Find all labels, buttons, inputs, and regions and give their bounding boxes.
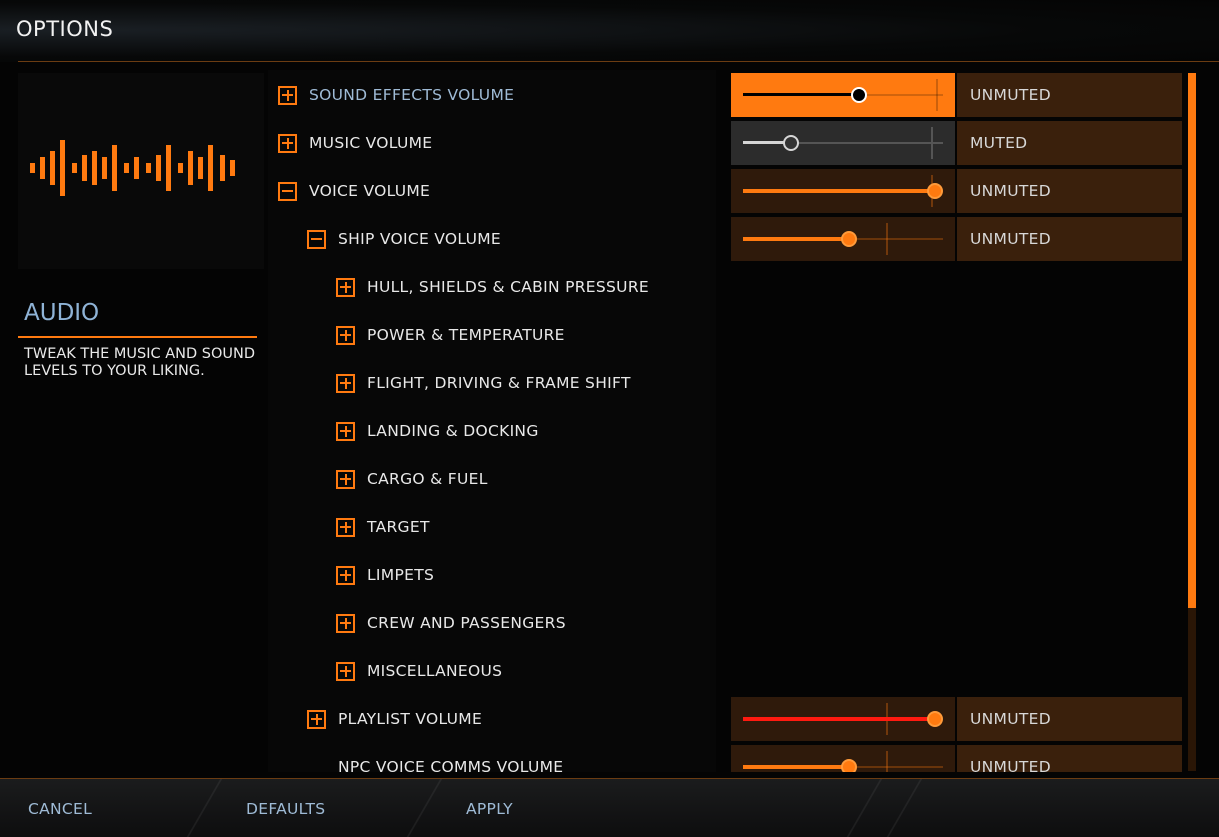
slider-marker	[886, 751, 888, 772]
setting-row-music-volume[interactable]: MUSIC VOLUME	[278, 128, 432, 158]
volume-slider-playlist-volume[interactable]	[731, 697, 955, 741]
setting-row-target[interactable]: TARGET	[336, 512, 430, 542]
volume-slider-voice-volume[interactable]	[731, 169, 955, 213]
slider-fill	[743, 237, 849, 241]
setting-label: TARGET	[367, 518, 430, 536]
mute-toggle-playlist-volume[interactable]: UNMUTED	[957, 697, 1182, 741]
slider-knob[interactable]	[841, 231, 857, 247]
setting-row-cargo-fuel[interactable]: CARGO & FUEL	[336, 464, 488, 494]
setting-row-sound-effects-volume[interactable]: SOUND EFFECTS VOLUME	[278, 80, 514, 110]
slider-knob[interactable]	[851, 87, 867, 103]
expand-icon[interactable]	[336, 373, 355, 393]
slider-marker	[886, 223, 888, 255]
footer-bar	[0, 779, 1219, 837]
slider-knob[interactable]	[927, 711, 943, 727]
slider-marker	[931, 127, 933, 159]
slider-marker	[936, 79, 938, 111]
expand-icon[interactable]	[336, 421, 355, 441]
mute-toggle-sound-effects-volume[interactable]: UNMUTED	[957, 73, 1182, 117]
expand-icon[interactable]	[278, 133, 297, 153]
setting-row-ship-voice-volume[interactable]: SHIP VOICE VOLUME	[307, 224, 501, 254]
slider-fill	[743, 93, 859, 96]
slider-knob[interactable]	[927, 183, 943, 199]
mute-toggle-music-volume[interactable]: MUTED	[957, 121, 1182, 165]
setting-row-flight-driving-frame-shift[interactable]: FLIGHT, DRIVING & FRAME SHIFT	[336, 368, 631, 398]
expand-icon[interactable]	[336, 517, 355, 537]
expand-icon[interactable]	[336, 613, 355, 633]
setting-label: PLAYLIST VOLUME	[338, 710, 483, 728]
setting-row-playlist-volume[interactable]: PLAYLIST VOLUME	[307, 704, 482, 734]
setting-label: HULL, SHIELDS & CABIN PRESSURE	[367, 278, 649, 296]
slider-knob[interactable]	[783, 135, 799, 151]
expand-icon[interactable]	[307, 709, 326, 729]
setting-label: POWER & TEMPERATURE	[367, 326, 565, 344]
apply-button[interactable]: APPLY	[466, 800, 513, 818]
volume-slider-music-volume[interactable]	[731, 121, 955, 165]
expand-icon[interactable]	[336, 661, 355, 681]
settings-scroll-area: SOUND EFFECTS VOLUME UNMUTED MUSIC VOLUME M…	[0, 0, 1219, 772]
setting-row-miscellaneous[interactable]: MISCELLANEOUS	[336, 656, 502, 686]
setting-label: VOICE VOLUME	[309, 182, 431, 200]
cancel-button[interactable]: CANCEL	[28, 800, 92, 818]
expand-icon[interactable]	[278, 85, 297, 105]
setting-row-landing-docking[interactable]: LANDING & DOCKING	[336, 416, 539, 446]
expand-icon[interactable]	[336, 469, 355, 489]
slider-knob[interactable]	[841, 759, 857, 772]
setting-row-hull-shields-cabin-pressure[interactable]: HULL, SHIELDS & CABIN PRESSURE	[336, 272, 649, 302]
mute-toggle-npc-voice-comms-volume[interactable]: UNMUTED	[957, 745, 1182, 772]
volume-slider-ship-voice-volume[interactable]	[731, 217, 955, 261]
volume-slider-sound-effects-volume[interactable]	[731, 73, 955, 117]
setting-row-npc-voice-comms-volume[interactable]: NPC VOICE COMMS VOLUME	[307, 752, 563, 772]
expand-icon[interactable]	[336, 565, 355, 585]
mute-toggle-voice-volume[interactable]: UNMUTED	[957, 169, 1182, 213]
setting-label: MUSIC VOLUME	[309, 134, 433, 152]
setting-row-voice-volume[interactable]: VOICE VOLUME	[278, 176, 430, 206]
setting-label: SOUND EFFECTS VOLUME	[309, 86, 515, 104]
expand-icon[interactable]	[336, 325, 355, 345]
volume-slider-npc-voice-comms-volume[interactable]	[731, 745, 955, 772]
setting-row-power-temperature[interactable]: POWER & TEMPERATURE	[336, 320, 565, 350]
collapse-icon[interactable]	[278, 181, 297, 201]
mute-toggle-ship-voice-volume[interactable]: UNMUTED	[957, 217, 1182, 261]
slider-fill	[743, 189, 935, 193]
defaults-button[interactable]: DEFAULTS	[246, 800, 325, 818]
setting-label: CREW AND PASSENGERS	[367, 614, 566, 632]
setting-label: FLIGHT, DRIVING & FRAME SHIFT	[367, 374, 631, 392]
setting-row-crew-and-passengers[interactable]: CREW AND PASSENGERS	[336, 608, 566, 638]
setting-label: CARGO & FUEL	[367, 470, 488, 488]
scrollbar-thumb[interactable]	[1188, 73, 1196, 608]
slider-fill	[743, 717, 935, 721]
collapse-icon[interactable]	[307, 229, 326, 249]
slider-fill	[743, 765, 849, 769]
setting-label: MISCELLANEOUS	[367, 662, 503, 680]
setting-label: LIMPETS	[367, 566, 435, 584]
setting-label: NPC VOICE COMMS VOLUME	[338, 758, 564, 772]
setting-label: LANDING & DOCKING	[367, 422, 539, 440]
expand-icon[interactable]	[336, 277, 355, 297]
setting-row-limpets[interactable]: LIMPETS	[336, 560, 434, 590]
setting-label: SHIP VOICE VOLUME	[338, 230, 501, 248]
